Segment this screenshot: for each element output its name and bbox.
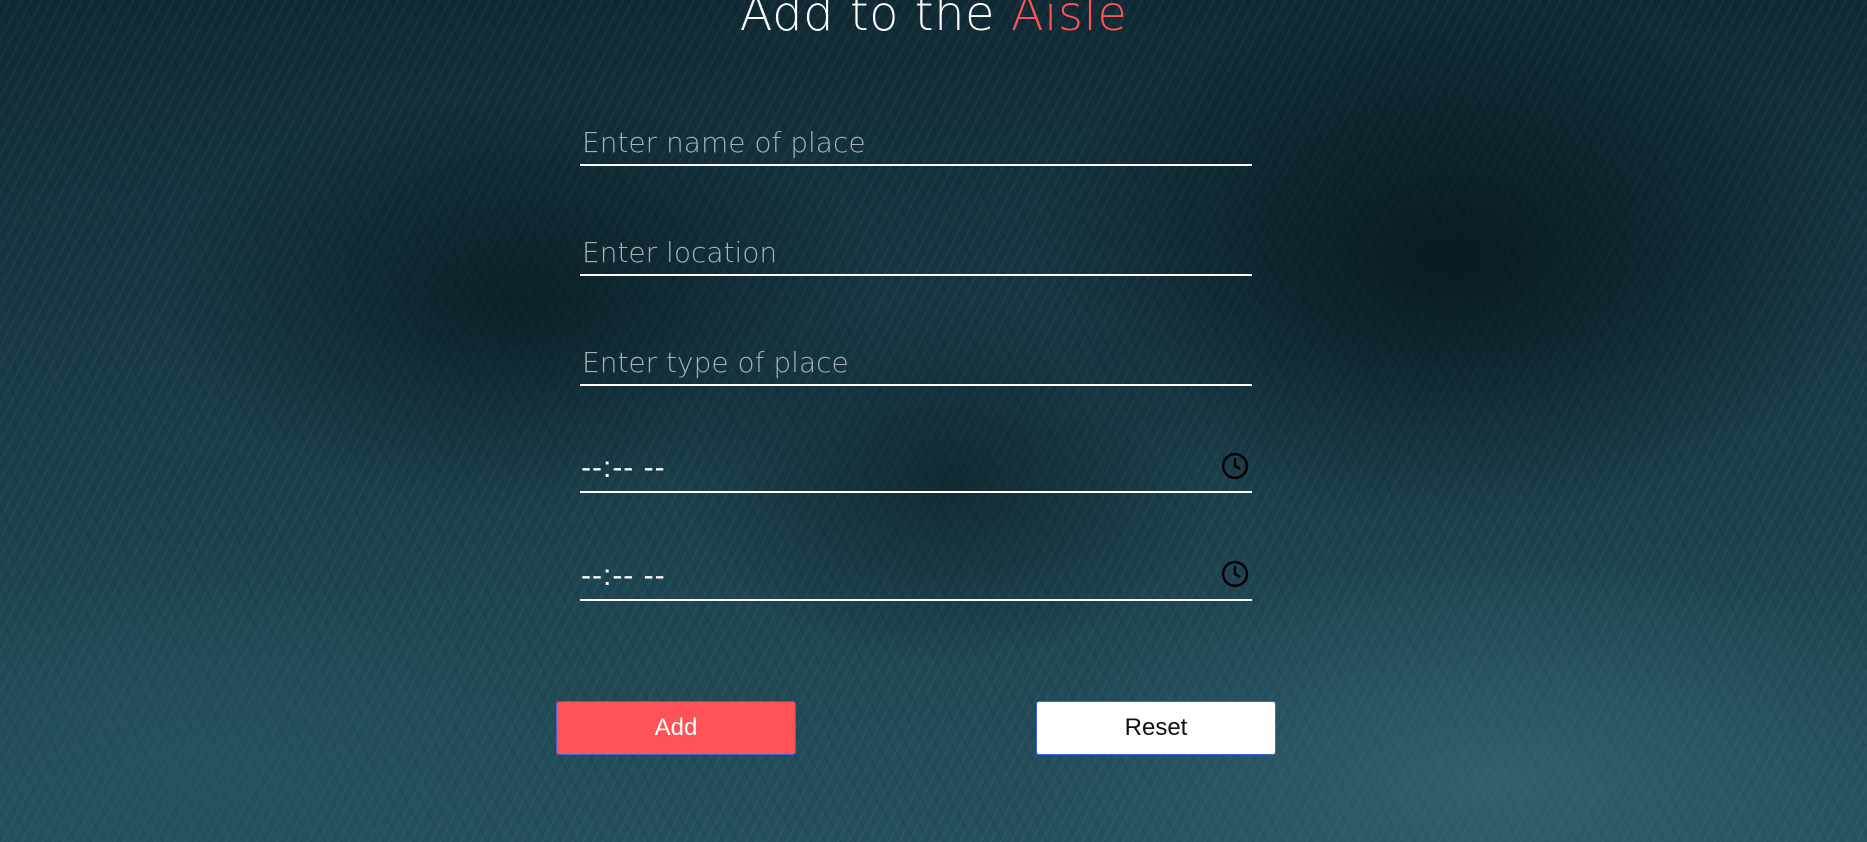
title-main: Add to the [739, 0, 1011, 42]
end-time-input[interactable]: --:-- -- [580, 545, 1252, 601]
name-field-wrapper [580, 110, 1252, 166]
title-accent: Aisle [1010, 0, 1128, 42]
add-button[interactable]: Add [556, 701, 796, 755]
end-time-value: --:-- -- [581, 559, 666, 592]
place-type-input[interactable] [580, 340, 1252, 384]
clock-icon[interactable] [1220, 451, 1250, 481]
location-input[interactable] [580, 230, 1252, 274]
location-field-wrapper [580, 220, 1252, 276]
clock-icon[interactable] [1220, 559, 1250, 589]
start-time-input[interactable]: --:-- -- [580, 437, 1252, 493]
reset-button[interactable]: Reset [1036, 701, 1276, 755]
place-name-input[interactable] [580, 120, 1252, 164]
start-time-value: --:-- -- [581, 451, 666, 484]
type-field-wrapper [580, 330, 1252, 386]
page-title: Add to the Aisle [0, 0, 1867, 42]
